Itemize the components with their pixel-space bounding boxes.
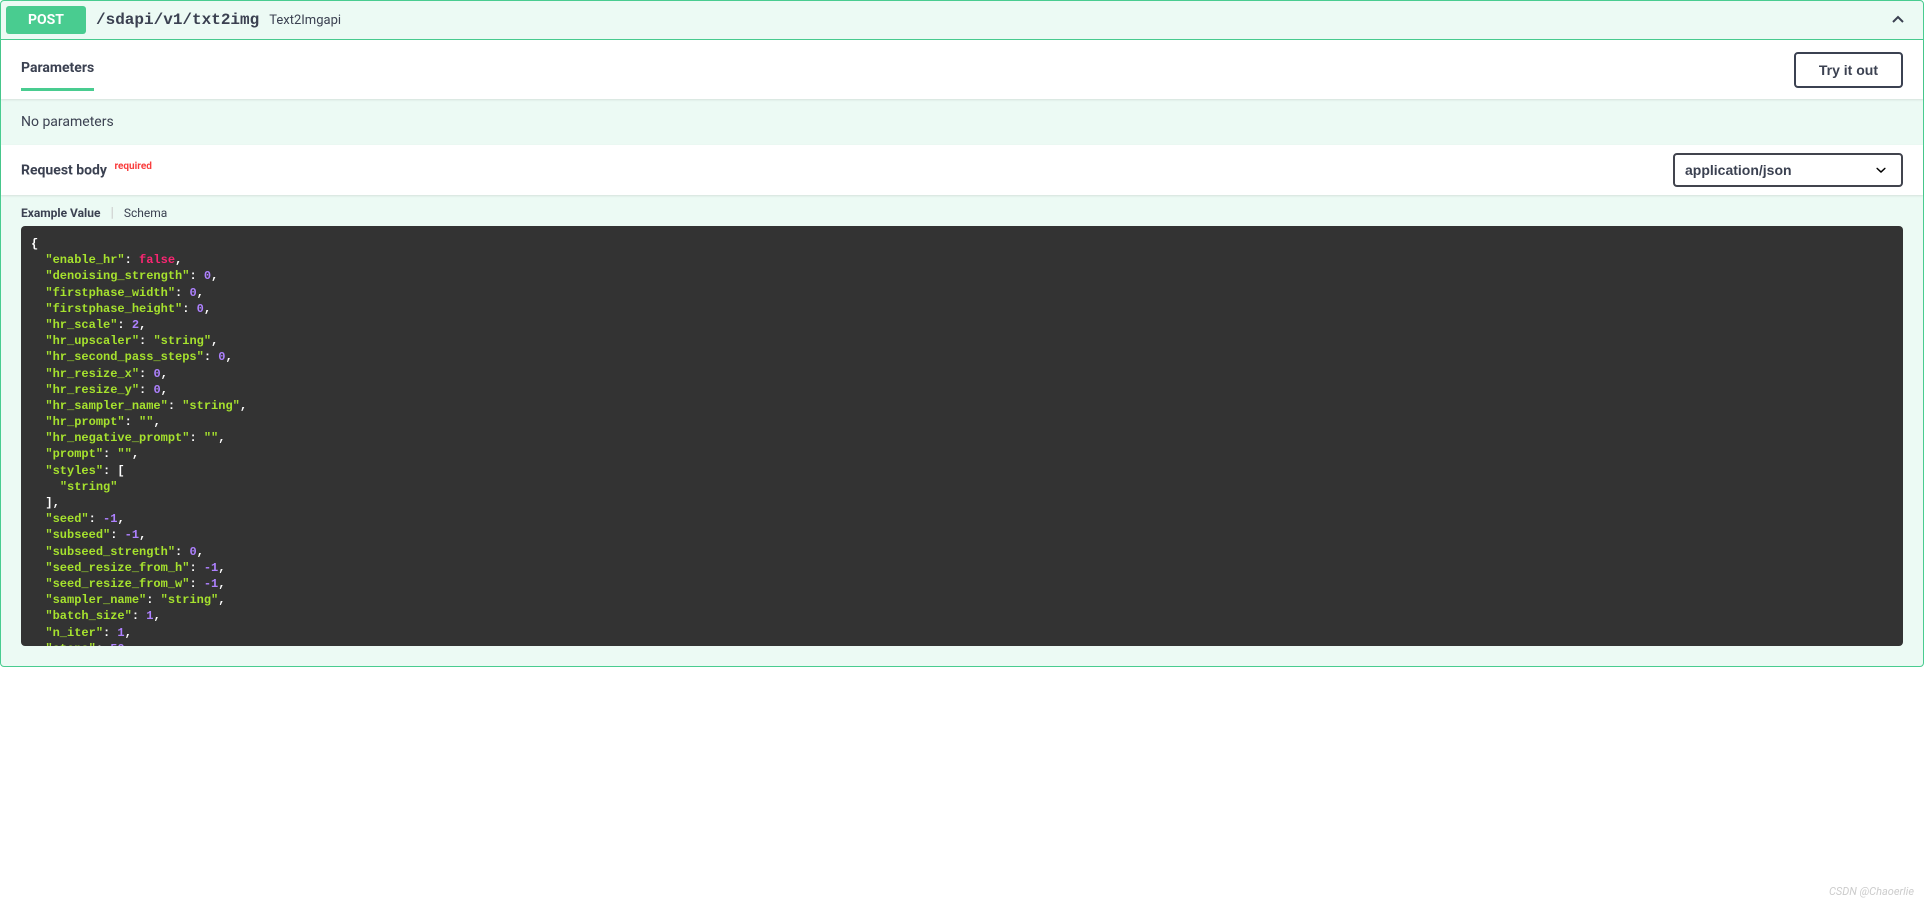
http-method-badge: POST [6, 6, 86, 34]
request-body-label: Request body [21, 163, 107, 179]
example-schema-tabs: Example Value | Schema [1, 195, 1923, 226]
tab-divider: | [110, 205, 123, 221]
operation-summary[interactable]: POST /sdapi/v1/txt2img Text2Imgapi [1, 1, 1923, 40]
watermark-text: CSDN @Chaoerlie [1829, 885, 1914, 898]
parameters-title: Parameters [21, 48, 94, 91]
try-it-out-button[interactable]: Try it out [1794, 52, 1903, 88]
required-badge: required [110, 161, 151, 172]
example-json-code[interactable]: { "enable_hr": false, "denoising_strengt… [21, 226, 1903, 646]
operation-block: POST /sdapi/v1/txt2img Text2Imgapi Param… [0, 0, 1924, 667]
endpoint-path: /sdapi/v1/txt2img [86, 11, 269, 29]
request-body-title: Request body required [21, 161, 152, 179]
parameters-header: Parameters Try it out [1, 40, 1923, 99]
request-body-header: Request body required application/json [1, 145, 1923, 195]
example-value-container: { "enable_hr": false, "denoising_strengt… [21, 226, 1903, 646]
no-parameters-text: No parameters [1, 99, 1923, 145]
endpoint-description: Text2Imgapi [269, 13, 1888, 28]
tab-example-value[interactable]: Example Value [21, 206, 110, 220]
content-type-select[interactable]: application/json [1673, 153, 1903, 187]
chevron-up-icon [1888, 10, 1908, 30]
tab-schema[interactable]: Schema [124, 206, 177, 220]
